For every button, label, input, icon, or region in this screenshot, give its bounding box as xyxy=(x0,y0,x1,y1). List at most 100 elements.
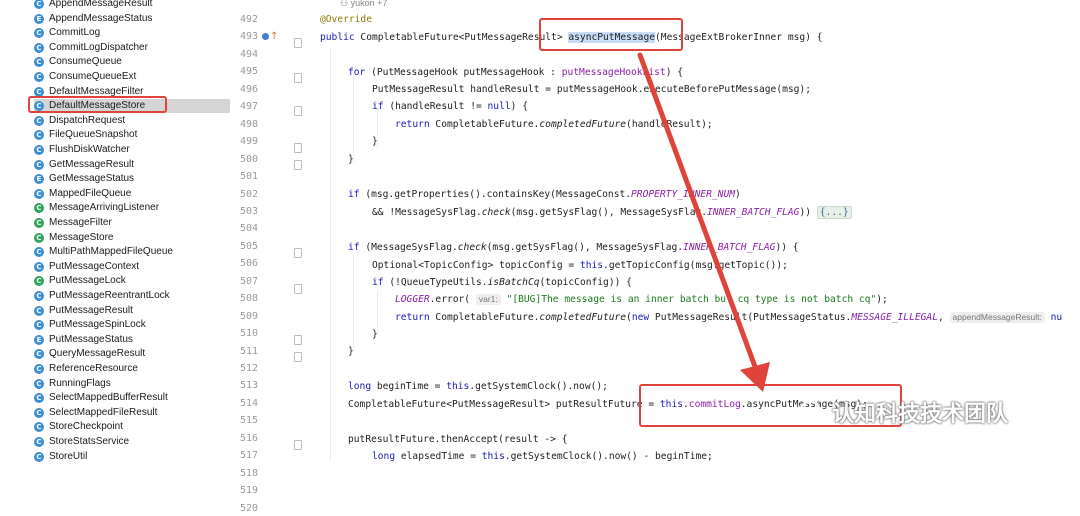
code-line-498[interactable]: return CompletableFuture.completedFuture… xyxy=(395,117,713,132)
line-number: 496 xyxy=(239,83,258,95)
class-icon: C xyxy=(34,276,44,287)
fold-marker-icon[interactable] xyxy=(294,38,302,48)
tree-item[interactable]: C StoreUtil xyxy=(34,450,230,462)
line-number: 516 xyxy=(239,432,258,444)
tree-item[interactable]: C FileQueueSnapshot xyxy=(34,128,230,142)
line-number: 509 xyxy=(239,310,258,322)
tree-item[interactable]: C PutMessageReentrantLock xyxy=(34,289,230,303)
tree-item[interactable]: C FlushDiskWatcher xyxy=(34,143,230,157)
tree-item[interactable]: C MappedFileQueue xyxy=(34,187,230,201)
indent-guide xyxy=(353,78,354,162)
fold-marker-icon[interactable] xyxy=(294,284,302,294)
method-highlight-box xyxy=(539,18,683,51)
code-line-509[interactable]: Optional<TopicConfig> topicConfig = this… xyxy=(372,258,788,273)
tree-item-label: PutMessageLock xyxy=(49,275,126,287)
tree-item[interactable]: E AppendMessageStatus xyxy=(34,12,230,26)
fold-marker-icon[interactable] xyxy=(294,160,302,170)
code-line-513[interactable]: } xyxy=(372,327,378,342)
tree-item[interactable]: C StoreCheckpoint xyxy=(34,420,230,434)
fold-marker-icon[interactable] xyxy=(294,106,302,116)
tree-item[interactable]: C MessageStore xyxy=(34,231,230,245)
override-arrow-icon[interactable]: ↑ xyxy=(270,31,278,42)
tree-item[interactable]: C MessageFilter xyxy=(34,216,230,230)
line-number: 517 xyxy=(239,450,258,462)
fold-marker-icon[interactable] xyxy=(294,352,302,362)
tree-item[interactable]: C MessageArrivingListener xyxy=(34,201,230,215)
code-line-508[interactable]: if (MessageSysFlag.check(msg.getSysFlag(… xyxy=(348,240,799,255)
tree-item[interactable]: C SelectMappedBufferResult xyxy=(34,391,230,405)
tree-item[interactable]: C ReferenceResource xyxy=(34,362,230,376)
class-icon: E xyxy=(34,334,44,345)
fold-marker-icon[interactable] xyxy=(294,248,302,258)
tree-item[interactable]: C DispatchRequest xyxy=(34,114,230,128)
class-icon: C xyxy=(34,261,44,272)
tree-item[interactable]: C PutMessageResult xyxy=(34,304,230,318)
code-line-497[interactable]: if (handleResult != null) { xyxy=(372,99,528,114)
class-icon: C xyxy=(34,407,44,418)
tree-item[interactable]: C ConsumeQueueExt xyxy=(34,70,230,84)
tree-item-label: PutMessageStatus xyxy=(49,333,133,345)
tree-item[interactable]: C PutMessageLock xyxy=(34,274,230,288)
code-line-492[interactable]: @Override xyxy=(320,12,372,27)
tree-item-label: MultiPathMappedFileQueue xyxy=(49,246,173,258)
tree-item-label: AppendMessageResult xyxy=(49,0,153,9)
line-number: 504 xyxy=(239,223,258,235)
implementation-marker-icon[interactable] xyxy=(262,33,269,40)
code-line-500[interactable]: } xyxy=(348,152,354,167)
fold-marker-icon[interactable] xyxy=(294,73,302,83)
tree-item[interactable]: C AppendMessageResult xyxy=(34,0,230,11)
line-number: 495 xyxy=(239,66,258,78)
indent-guide xyxy=(330,48,331,462)
code-line-519[interactable]: putResultFuture.thenAccept(result -> { xyxy=(348,432,568,447)
code-line-496[interactable]: PutMessageResult handleResult = putMessa… xyxy=(372,82,811,97)
class-icon: C xyxy=(34,349,44,360)
class-icon: C xyxy=(34,232,44,243)
code-line-512[interactable]: return CompletableFuture.completedFuture… xyxy=(395,310,1062,325)
line-number: 519 xyxy=(239,485,258,497)
tree-item[interactable]: C PutMessageSpinLock xyxy=(34,318,230,332)
tree-item[interactable]: C StoreStatsService xyxy=(34,435,230,449)
code-line-499[interactable]: } xyxy=(372,134,378,149)
tree-item[interactable]: C GetMessageResult xyxy=(34,158,230,172)
tree-item-label: FileQueueSnapshot xyxy=(49,129,138,141)
class-icon: E xyxy=(34,174,44,185)
tree-item-label: CommitLog xyxy=(49,27,101,39)
tree-item-label: SelectMappedBufferResult xyxy=(49,392,168,404)
code-line-495[interactable]: for (PutMessageHook putMessageHook : put… xyxy=(348,65,683,80)
tree-item[interactable]: C MultiPathMappedFileQueue xyxy=(34,245,230,259)
tree-item[interactable]: C PutMessageContext xyxy=(34,260,230,274)
code-line-510[interactable]: if (!QueueTypeUtils.isBatchCq(topicConfi… xyxy=(372,275,632,290)
tree-item[interactable]: C CommitLog xyxy=(34,26,230,40)
code-line-503[interactable]: && !MessageSysFlag.check(msg.getSysFlag(… xyxy=(372,205,852,220)
selected-file-highlight xyxy=(28,96,167,113)
tree-item[interactable]: E PutMessageStatus xyxy=(34,333,230,347)
tree-item[interactable]: C RunningFlags xyxy=(34,377,230,391)
tree-item[interactable]: C CommitLogDispatcher xyxy=(34,41,230,55)
line-number: 503 xyxy=(239,205,258,217)
code-line-511[interactable]: LOGGER.error( var1: "[BUG]The message is… xyxy=(395,292,888,307)
tree-item[interactable]: C QueryMessageResult xyxy=(34,347,230,361)
code-line-502[interactable]: if (msg.getProperties().containsKey(Mess… xyxy=(348,187,741,202)
fold-marker-icon[interactable] xyxy=(294,335,302,345)
code-line-516[interactable]: long beginTime = this.getSystemClock().n… xyxy=(348,379,608,394)
tree-item-label: StoreUtil xyxy=(49,450,88,462)
line-number: 518 xyxy=(239,467,258,479)
tree-item-label: PutMessageResult xyxy=(49,304,133,316)
class-icon: C xyxy=(34,115,44,126)
code-line-514[interactable]: } xyxy=(348,344,354,359)
tree-item-label: StoreStatsService xyxy=(49,436,130,447)
param-hint-tail: nu xyxy=(1050,312,1063,323)
param-hint-var1: var1: xyxy=(475,294,501,305)
tree-item[interactable]: C ConsumeQueue xyxy=(34,55,230,69)
class-icon: C xyxy=(34,320,44,331)
class-icon: C xyxy=(34,451,44,462)
line-number: 507 xyxy=(239,275,258,287)
tree-item[interactable]: E GetMessageStatus xyxy=(34,172,230,186)
param-hint-append: appendMessageResult: xyxy=(949,312,1045,323)
class-icon: C xyxy=(34,247,44,258)
class-icon: C xyxy=(34,28,44,39)
fold-marker-icon[interactable] xyxy=(294,440,302,450)
folded-code-placeholder[interactable]: {...} xyxy=(816,206,852,219)
tree-item[interactable]: C SelectMappedFileResult xyxy=(34,406,230,420)
fold-marker-icon[interactable] xyxy=(294,143,302,153)
